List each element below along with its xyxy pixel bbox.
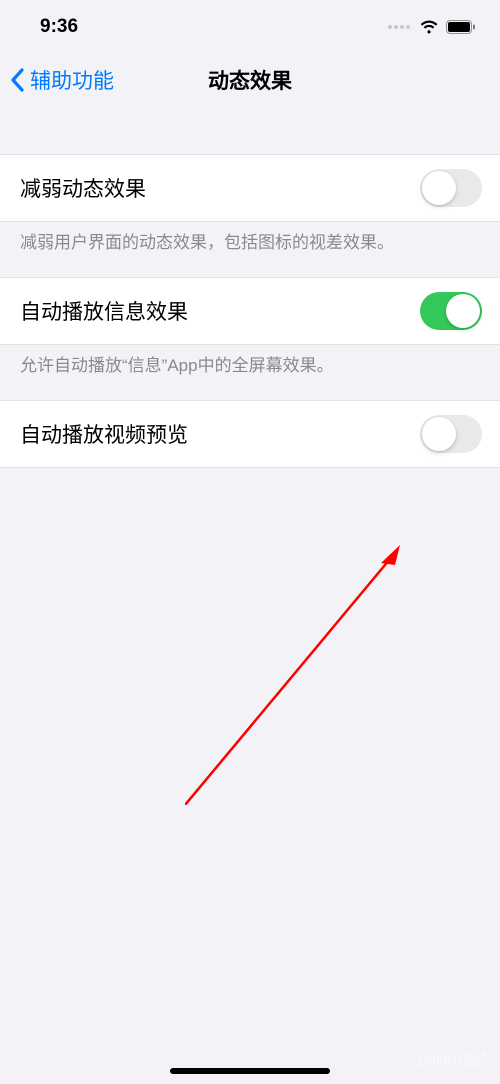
status-time: 9:36	[40, 16, 78, 38]
toggle-reduce-motion[interactable]	[420, 169, 482, 207]
battery-icon	[446, 20, 476, 34]
row-autoplay-message-label: 自动播放信息效果	[20, 296, 188, 326]
nav-bar: 辅助功能 动态效果	[0, 54, 500, 106]
row-autoplay-video: 自动播放视频预览	[0, 400, 500, 468]
status-bar: 9:36	[0, 0, 500, 54]
page-title: 动态效果	[208, 65, 292, 95]
row-reduce-motion: 减弱动态效果	[0, 154, 500, 222]
home-indicator[interactable]	[170, 1068, 330, 1074]
back-button[interactable]: 辅助功能	[0, 65, 114, 95]
row-autoplay-message-footer: 允许自动播放“信息”App中的全屏幕效果。	[0, 345, 500, 400]
toggle-autoplay-message[interactable]	[420, 292, 482, 330]
carrier-dots-icon	[388, 25, 410, 29]
wifi-icon	[419, 20, 439, 35]
watermark: Baidu经验	[418, 1049, 486, 1070]
row-reduce-motion-label: 减弱动态效果	[20, 173, 146, 203]
row-autoplay-video-label: 自动播放视频预览	[20, 419, 188, 449]
chevron-left-icon	[10, 68, 25, 92]
row-reduce-motion-footer: 减弱用户界面的动态效果，包括图标的视差效果。	[0, 222, 500, 277]
toggle-autoplay-video[interactable]	[420, 415, 482, 453]
arrow-annotation	[185, 545, 415, 805]
status-right	[388, 20, 476, 35]
row-autoplay-message: 自动播放信息效果	[0, 277, 500, 345]
back-label: 辅助功能	[30, 65, 114, 95]
